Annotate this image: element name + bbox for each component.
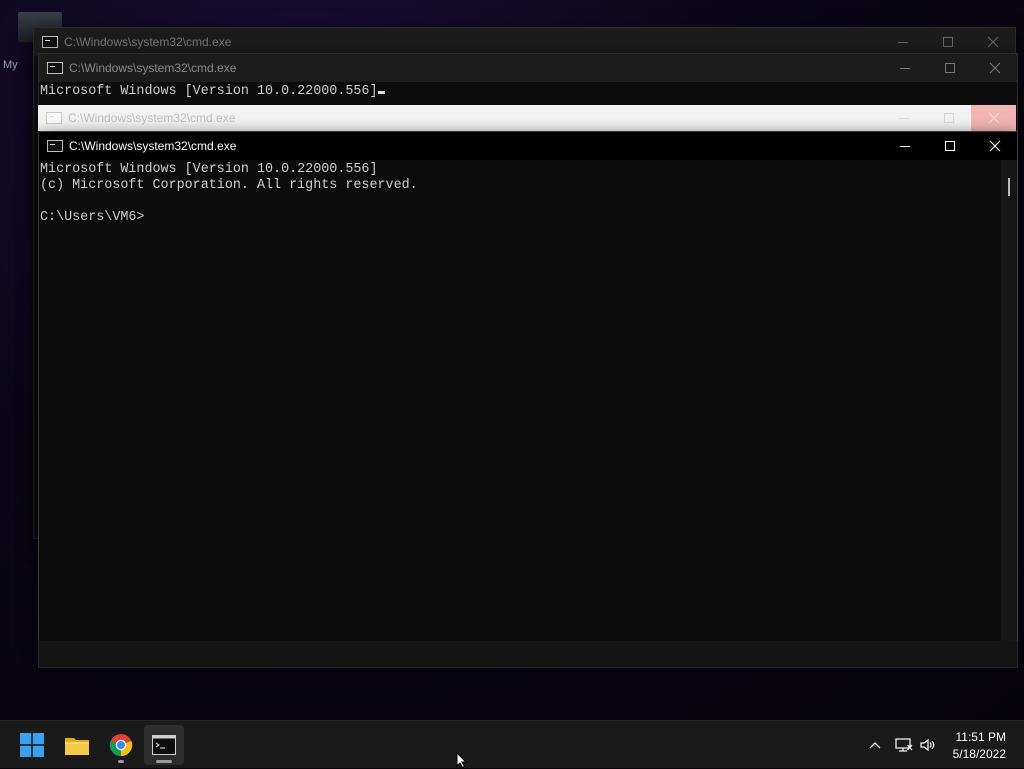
active-indicator [156,760,172,763]
console-line: Microsoft Windows [Version 10.0.22000.55… [40,162,378,177]
cmd-icon [47,62,63,74]
close-button[interactable] [970,28,1015,56]
close-button[interactable] [972,132,1017,160]
taskbar: 11:51 PM 5/18/2022 [0,720,1024,768]
volume-icon [920,738,935,752]
window-title: C:\Windows\system32\cmd.exe [69,139,237,153]
taskbar-chrome[interactable] [101,725,141,765]
window-titlebar[interactable]: C:\Windows\system32\cmd.exe [38,105,1016,131]
taskbar-clock[interactable]: 11:51 PM 5/18/2022 [944,729,1006,763]
volume-control[interactable] [917,721,939,769]
window-titlebar[interactable]: C:\Windows\system32\cmd.exe [34,28,1015,56]
window-title: C:\Windows\system32\cmd.exe [64,35,232,49]
cmd-icon [42,36,58,48]
maximize-icon [943,113,954,123]
clock-time: 11:51 PM [955,730,1006,744]
taskbar-file-explorer[interactable] [57,725,97,765]
console-line: ​ [40,194,1001,210]
close-icon [989,140,1000,152]
close-button[interactable] [972,54,1017,82]
scrollbar-thumb[interactable] [1008,178,1010,196]
close-button[interactable] [971,105,1016,131]
maximize-button[interactable] [926,105,971,131]
minimize-icon [899,68,910,69]
window-shadow-edge [38,641,1018,668]
cmd-window-active[interactable]: C:\Windows\system32\cmd.exe Microsoft Wi… [38,131,1018,643]
window-titlebar[interactable]: C:\Windows\system32\cmd.exe [39,54,1017,82]
minimize-button[interactable] [881,105,926,131]
cmd-icon [47,140,63,152]
windows-logo-icon [20,733,44,757]
mouse-pointer-icon [456,752,468,768]
desktop-icon-label[interactable]: My [3,59,18,71]
text-cursor [377,91,385,94]
maximize-button[interactable] [927,54,972,82]
taskbar-command-prompt[interactable] [144,725,184,765]
minimize-icon [897,42,908,43]
cmd-icon [152,735,176,755]
close-icon [988,112,999,124]
console-prompt: C:\Users\VM6> [40,210,145,225]
maximize-icon [944,141,955,151]
show-hidden-icons-button[interactable] [864,721,886,769]
cmd-window-opening[interactable]: C:\Windows\system32\cmd.exe [38,105,1016,131]
clock-date: 5/18/2022 [952,747,1006,761]
network-icon [895,738,913,752]
console-line: Microsoft Windows [Version 10.0.22000.55… [40,84,378,99]
cmd-icon [46,112,62,124]
window-titlebar[interactable]: C:\Windows\system32\cmd.exe [39,132,1017,160]
start-button[interactable] [12,725,52,765]
minimize-button[interactable] [882,132,927,160]
window-title: C:\Windows\system32\cmd.exe [69,61,237,75]
maximize-icon [944,63,955,73]
maximize-icon [942,37,953,47]
folder-icon [65,738,89,755]
chevron-up-icon [869,742,881,749]
window-title: C:\Windows\system32\cmd.exe [68,111,236,125]
minimize-icon [899,146,910,147]
console-line: (c) Microsoft Corporation. All rights re… [40,178,418,193]
minimize-icon [898,118,909,119]
maximize-button[interactable] [927,132,972,160]
maximize-button[interactable] [925,28,970,56]
minimize-button[interactable] [882,54,927,82]
chrome-icon [109,734,133,757]
network-status[interactable] [892,721,916,769]
console-output[interactable]: Microsoft Windows [Version 10.0.22000.55… [39,160,1001,642]
vertical-scrollbar[interactable] [1001,160,1017,642]
close-icon [987,36,998,48]
minimize-button[interactable] [880,28,925,56]
running-indicator [118,760,124,763]
close-icon [989,62,1000,74]
